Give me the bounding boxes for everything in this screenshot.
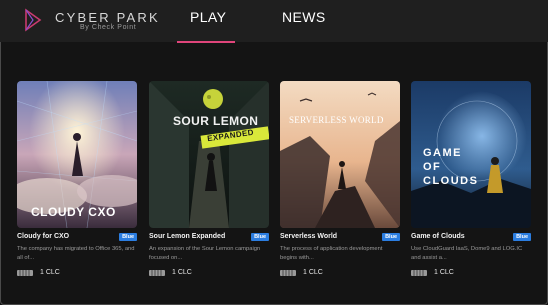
card-description: An expansion of the Sour Lemon campaign … xyxy=(149,246,261,261)
card-title[interactable]: Sour Lemon Expanded xyxy=(149,233,225,240)
card-art-title-line3: CLOUDS xyxy=(423,175,479,187)
card-art-title-line2: OF xyxy=(423,161,442,173)
card-art-title: SOUR LEMON xyxy=(173,114,259,128)
card-description: The company has migrated to Office 365, … xyxy=(17,246,135,261)
triangle-logo-icon xyxy=(25,8,42,32)
card-art-title-line1: GAME xyxy=(423,147,462,159)
ticket-icon xyxy=(17,270,33,276)
card-description: The process of application development b… xyxy=(280,246,383,261)
nav-play[interactable]: PLAY xyxy=(190,9,226,25)
card-thumbnail[interactable]: GAME OF CLOUDS xyxy=(411,81,531,228)
cost-value: 1 CLC xyxy=(303,269,323,276)
card-title[interactable]: Game of Clouds xyxy=(411,233,465,240)
brand-name: CYBER PARK xyxy=(55,10,160,25)
ticket-icon xyxy=(149,270,165,276)
active-tab-indicator xyxy=(177,41,235,43)
nav-news[interactable]: NEWS xyxy=(282,9,326,25)
game-card-serverless-world[interactable]: SERVERLESS WORLD Serverless World Blue T… xyxy=(280,81,400,286)
card-art-title: CLOUDY CXO xyxy=(31,205,116,219)
game-card-cloudy-cxo[interactable]: CLOUDY CXO Cloudy for CXO Blue The compa… xyxy=(17,81,137,286)
card-thumbnail[interactable]: CLOUDY CXO xyxy=(17,81,137,228)
card-title[interactable]: Cloudy for CXO xyxy=(17,233,69,240)
difficulty-badge: Blue xyxy=(382,233,400,241)
cost-value: 1 CLC xyxy=(172,269,192,276)
card-description: Use CloudGuard IaaS, Dome9 and LOG.IC an… xyxy=(411,246,523,261)
card-art-title: SERVERLESS WORLD xyxy=(289,115,384,125)
card-thumbnail[interactable]: SOUR LEMON EXPANDED xyxy=(149,81,269,228)
cost-value: 1 CLC xyxy=(40,269,60,276)
cost-value: 1 CLC xyxy=(434,269,454,276)
game-card-sour-lemon[interactable]: SOUR LEMON EXPANDED Sour Lemon Expanded … xyxy=(149,81,269,286)
brand-tagline: By Check Point xyxy=(80,24,137,31)
game-card-game-of-clouds[interactable]: GAME OF CLOUDS Game of Clouds Blue Use C… xyxy=(411,81,531,286)
ticket-icon xyxy=(280,270,296,276)
card-thumbnail[interactable]: SERVERLESS WORLD xyxy=(280,81,400,228)
difficulty-badge: Blue xyxy=(119,233,137,241)
difficulty-badge: Blue xyxy=(513,233,531,241)
ticket-icon xyxy=(411,270,427,276)
difficulty-badge: Blue xyxy=(251,233,269,241)
card-title[interactable]: Serverless World xyxy=(280,233,337,240)
top-bar: CYBER PARK By Check Point PLAY NEWS xyxy=(0,0,548,43)
